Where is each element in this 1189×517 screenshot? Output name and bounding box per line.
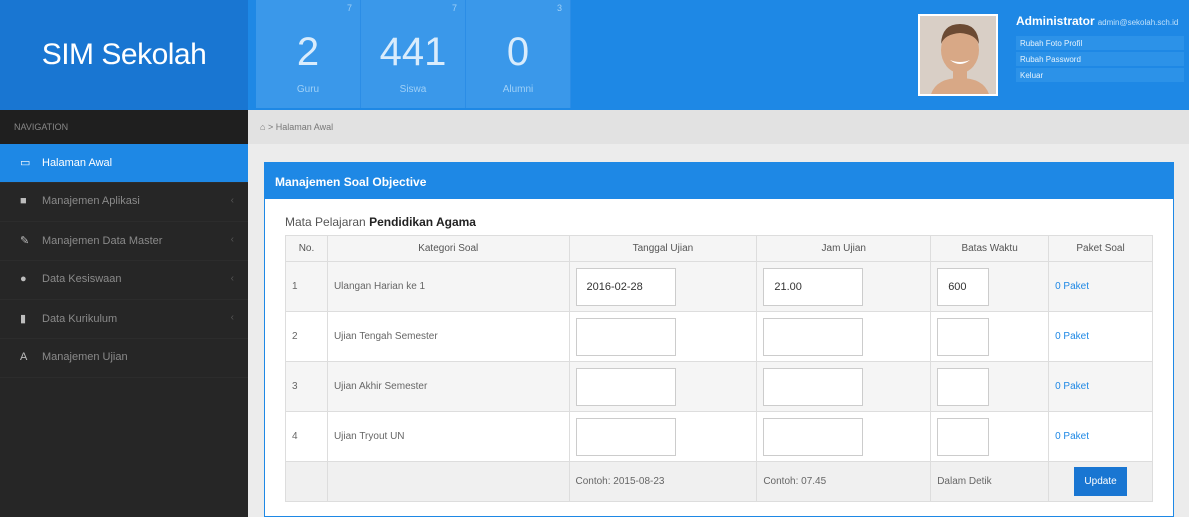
- user-panel: Administrator admin@sekolah.sch.id Rubah …: [1004, 0, 1189, 100]
- sidebar-item-manajemen-ujian[interactable]: A Manajemen Ujian: [0, 339, 248, 378]
- col-header-paket: Paket Soal: [1048, 235, 1153, 262]
- sidebar-item-label: Manajemen Aplikasi: [42, 195, 140, 207]
- paket-link[interactable]: 0 Paket: [1048, 311, 1153, 362]
- mapel-row: Mata Pelajaran Pendidikan Agama: [285, 215, 476, 229]
- monitor-icon: ▭: [20, 157, 31, 169]
- paket-link[interactable]: 0 Paket: [1048, 411, 1153, 462]
- sidebar-item-label: Halaman Awal: [42, 157, 113, 169]
- batas-input[interactable]: [937, 317, 990, 356]
- stat-mini: 7: [451, 3, 457, 13]
- nav-heading: NAVIGATION: [0, 110, 248, 144]
- user-name-row: Administrator admin@sekolah.sch.id: [1016, 14, 1178, 28]
- chevron-left-icon: ‹: [230, 273, 234, 284]
- home-icon[interactable]: ⌂: [260, 122, 265, 132]
- batas-input[interactable]: [937, 267, 990, 306]
- book-icon: ▮: [20, 313, 27, 325]
- sidebar-item-manajemen-aplikasi[interactable]: ■ Manajemen Aplikasi ‹: [0, 183, 248, 222]
- breadcrumb-current: Halaman Awal: [275, 122, 334, 132]
- stat-siswa[interactable]: 7 441 Siswa: [361, 0, 466, 108]
- top-header: SIM Sekolah 7 2 Guru 7 441 Siswa 3 0 Alu…: [0, 0, 1189, 110]
- stat-number: 0: [506, 30, 530, 74]
- tanggal-input[interactable]: [575, 267, 676, 306]
- jam-input[interactable]: [763, 367, 864, 406]
- col-header-no: No.: [285, 235, 328, 262]
- cell-no: 2: [285, 311, 328, 362]
- table-row: 3 Ujian Akhir Semester 0 Paket: [285, 361, 1153, 412]
- hint-batas: Dalam Detik: [930, 461, 1050, 502]
- panel-title: Manajemen Soal Objective: [265, 163, 1173, 199]
- menu-change-password[interactable]: Rubah Password: [1016, 52, 1184, 67]
- col-header-batas: Batas Waktu: [930, 235, 1050, 262]
- sidebar-item-label: Data Kesiswaan: [42, 273, 122, 285]
- stat-number: 2: [296, 30, 320, 74]
- cell-kategori: Ujian Akhir Semester: [326, 361, 570, 412]
- sidebar-item-data-master[interactable]: ✎ Manajemen Data Master ‹: [0, 222, 248, 261]
- breadcrumb: ⌂ > Halaman Awal: [248, 110, 1189, 144]
- cell-no: 1: [285, 261, 328, 312]
- users-icon: ●: [20, 273, 27, 285]
- col-header-tanggal: Tanggal Ujian: [568, 235, 758, 262]
- chevron-left-icon: ‹: [230, 234, 234, 245]
- chevron-left-icon: ‹: [230, 195, 234, 206]
- table-header-row: No. Kategori Soal Tanggal Ujian Jam Ujia…: [285, 235, 1153, 262]
- paket-link[interactable]: 0 Paket: [1048, 261, 1153, 312]
- hint-tanggal: Contoh: 2015-08-23: [568, 461, 758, 502]
- user-email: admin@sekolah.sch.id: [1097, 18, 1179, 27]
- batas-input[interactable]: [937, 417, 990, 456]
- stat-mini: 3: [556, 3, 562, 13]
- avatar[interactable]: [918, 14, 998, 96]
- chevron-left-icon: ‹: [230, 312, 234, 323]
- table-row: 2 Ujian Tengah Semester 0 Paket: [285, 311, 1153, 362]
- font-icon: A: [20, 351, 28, 363]
- sidebar-item-label: Manajemen Ujian: [42, 351, 128, 363]
- stat-guru[interactable]: 7 2 Guru: [256, 0, 361, 108]
- sidebar-item-kurikulum[interactable]: ▮ Data Kurikulum ‹: [0, 300, 248, 339]
- stat-mini: 7: [346, 3, 352, 13]
- brand-title: SIM Sekolah: [41, 38, 207, 71]
- menu-change-photo[interactable]: Rubah Foto Profil: [1016, 36, 1184, 51]
- stat-label: Siswa: [399, 84, 427, 95]
- mapel-value: Pendidikan Agama: [369, 215, 476, 229]
- breadcrumb-separator: >: [267, 122, 274, 132]
- sidebar-item-label: Manajemen Data Master: [42, 235, 163, 247]
- sidebar-item-label: Data Kurikulum: [42, 313, 118, 325]
- stat-number: 441: [379, 30, 447, 74]
- paket-link[interactable]: 0 Paket: [1048, 361, 1153, 412]
- tanggal-input[interactable]: [575, 367, 676, 406]
- brand[interactable]: SIM Sekolah: [0, 0, 248, 110]
- soal-table: No. Kategori Soal Tanggal Ujian Jam Ujia…: [285, 235, 1153, 502]
- soal-panel: Manajemen Soal Objective Mata Pelajaran …: [264, 162, 1174, 517]
- stat-label: Guru: [296, 84, 320, 95]
- jam-input[interactable]: [763, 267, 864, 306]
- table-row: 4 Ujian Tryout UN 0 Paket: [285, 411, 1153, 462]
- stat-alumni[interactable]: 3 0 Alumni: [466, 0, 571, 108]
- cell-kategori: Ujian Tryout UN: [326, 411, 570, 462]
- cell-kategori: Ulangan Harian ke 1: [326, 261, 570, 312]
- tanggal-input[interactable]: [575, 417, 676, 456]
- cell-no: 3: [285, 361, 328, 412]
- update-button[interactable]: Update: [1074, 467, 1127, 496]
- menu-logout[interactable]: Keluar: [1016, 68, 1184, 83]
- hint-row: Contoh: 2015-08-23 Contoh: 07.45 Dalam D…: [285, 461, 1153, 502]
- jam-input[interactable]: [763, 417, 864, 456]
- hint-jam: Contoh: 07.45: [756, 461, 932, 502]
- table-row: 1 Ulangan Harian ke 1 0 Paket: [285, 261, 1153, 312]
- stat-label: Alumni: [502, 84, 534, 95]
- mapel-label: Mata Pelajaran: [285, 215, 366, 229]
- batas-input[interactable]: [937, 367, 990, 406]
- sidebar: NAVIGATION ▭ Halaman Awal ■ Manajemen Apli…: [0, 110, 248, 517]
- pencil-icon: ✎: [20, 235, 30, 247]
- user-name[interactable]: Administrator: [1016, 14, 1095, 28]
- cell-no: 4: [285, 411, 328, 462]
- col-header-jam: Jam Ujian: [756, 235, 932, 262]
- briefcase-icon: ■: [20, 195, 27, 207]
- sidebar-item-kesiswaan[interactable]: ● Data Kesiswaan ‹: [0, 261, 248, 300]
- sidebar-item-halaman-awal[interactable]: ▭ Halaman Awal: [0, 144, 248, 183]
- jam-input[interactable]: [763, 317, 864, 356]
- cell-kategori: Ujian Tengah Semester: [326, 311, 570, 362]
- col-header-kategori: Kategori Soal: [326, 235, 570, 262]
- tanggal-input[interactable]: [575, 317, 676, 356]
